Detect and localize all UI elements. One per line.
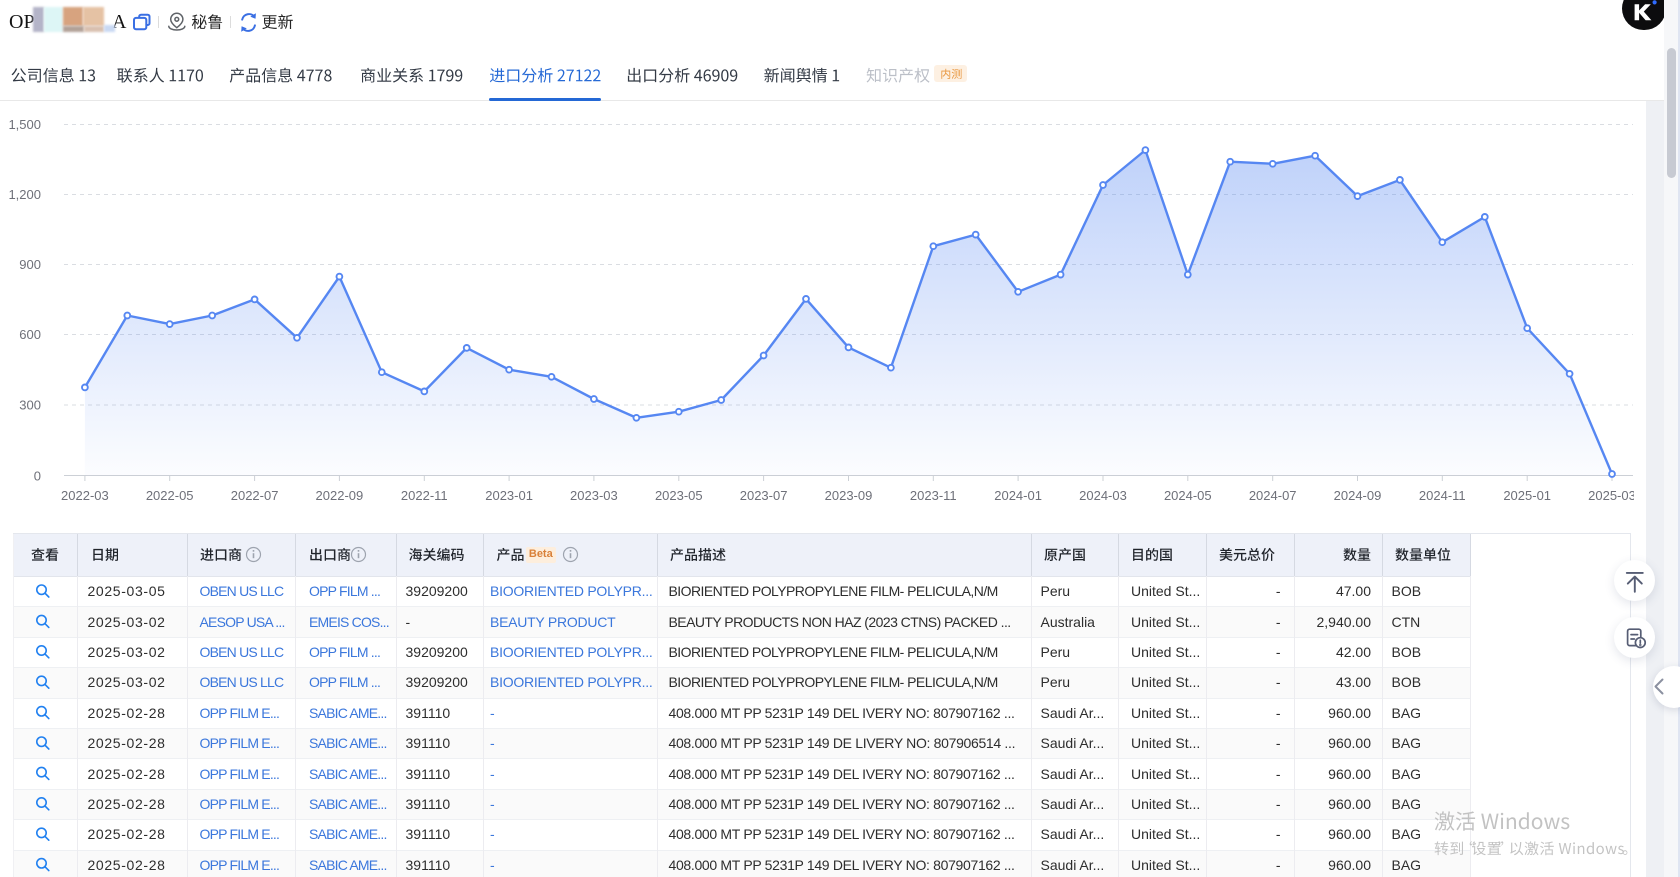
svg-text:2023-11: 2023-11 — [910, 488, 957, 503]
svg-text:2023-01: 2023-01 — [485, 488, 533, 503]
svg-text:2024-07: 2024-07 — [1249, 488, 1297, 503]
svg-text:2023-05: 2023-05 — [655, 488, 703, 503]
svg-text:0: 0 — [34, 469, 41, 484]
svg-text:1,500: 1,500 — [8, 117, 41, 132]
svg-text:1,200: 1,200 — [8, 187, 41, 202]
svg-text:2022-09: 2022-09 — [316, 488, 364, 503]
svg-text:2022-03: 2022-03 — [61, 488, 109, 503]
svg-text:2024-05: 2024-05 — [1164, 488, 1212, 503]
svg-text:2022-05: 2022-05 — [146, 488, 194, 503]
svg-text:2025-03: 2025-03 — [1588, 488, 1634, 503]
svg-text:2023-09: 2023-09 — [825, 488, 873, 503]
svg-text:900: 900 — [19, 257, 41, 272]
svg-text:2022-11: 2022-11 — [401, 488, 448, 503]
svg-text:600: 600 — [19, 327, 41, 342]
svg-text:2022-07: 2022-07 — [231, 488, 279, 503]
svg-text:2023-03: 2023-03 — [570, 488, 618, 503]
svg-text:2024-01: 2024-01 — [994, 488, 1042, 503]
svg-text:2024-11: 2024-11 — [1419, 488, 1466, 503]
svg-text:2025-01: 2025-01 — [1503, 488, 1551, 503]
svg-text:2024-09: 2024-09 — [1334, 488, 1382, 503]
svg-text:300: 300 — [19, 398, 41, 413]
svg-text:2024-03: 2024-03 — [1079, 488, 1127, 503]
svg-text:2023-07: 2023-07 — [740, 488, 788, 503]
